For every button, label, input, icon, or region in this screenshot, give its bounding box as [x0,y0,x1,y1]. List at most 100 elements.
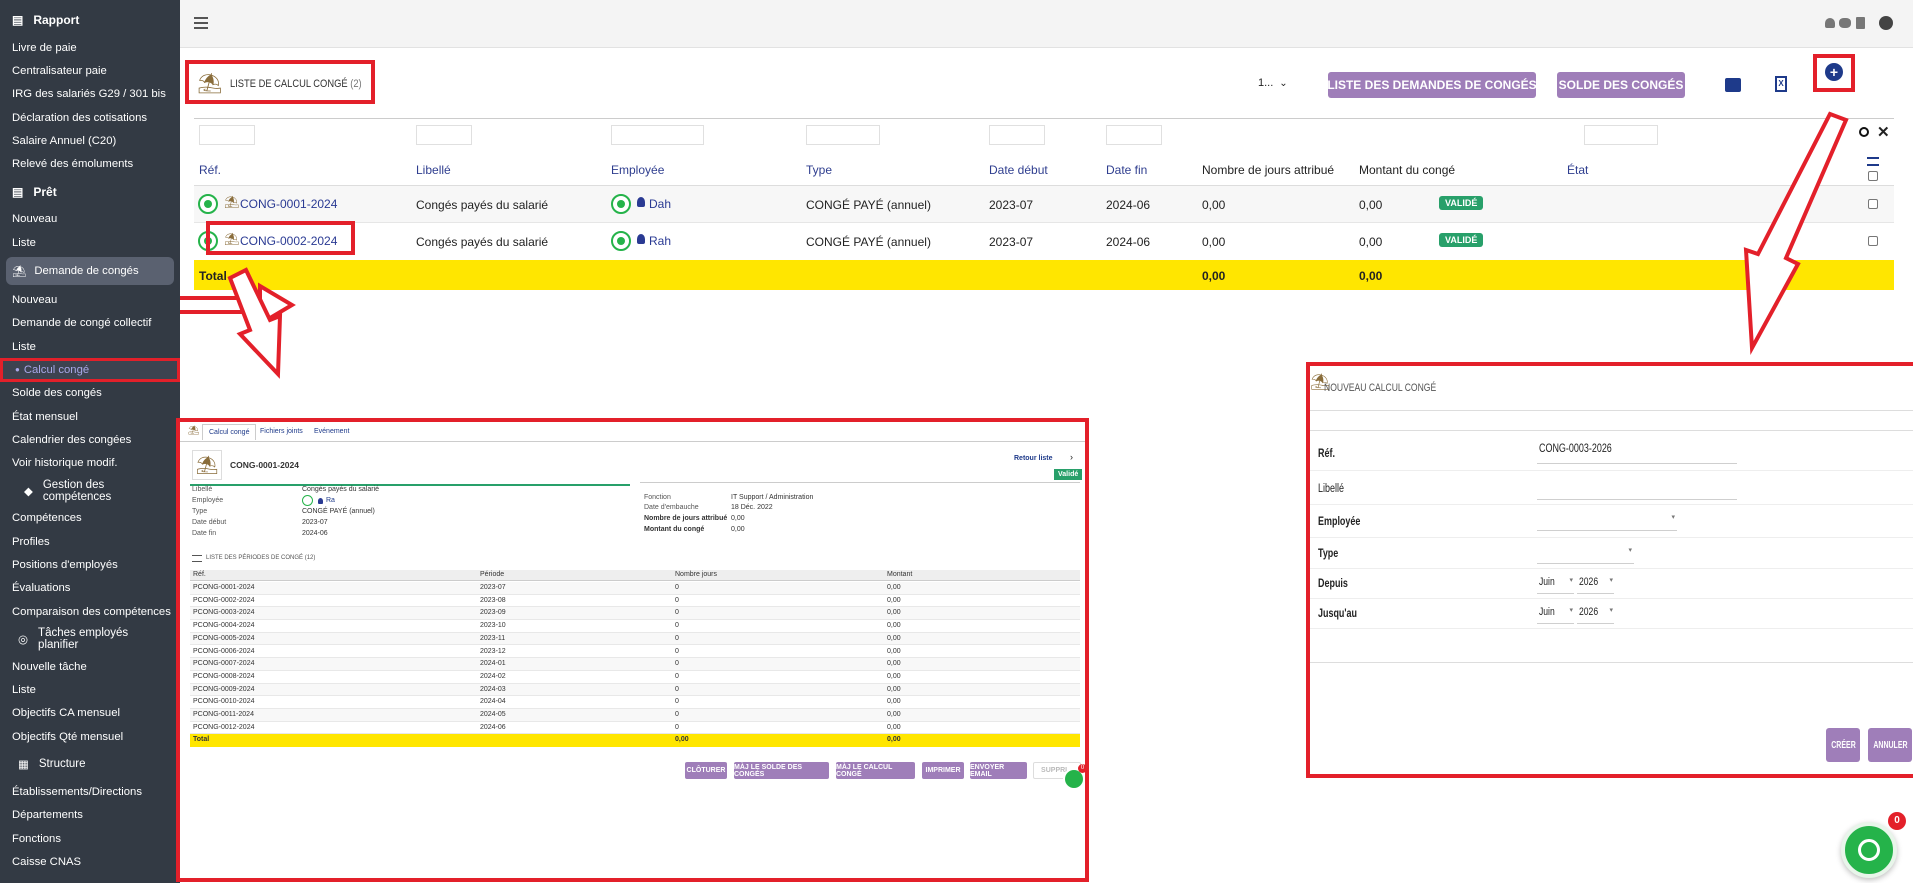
jusquau-month-select[interactable]: Juin ▾ [1537,602,1574,624]
employe-select[interactable]: ▾ [1537,509,1677,531]
filter-employe[interactable] [611,125,704,145]
row-ref-link[interactable]: CONG-0001-2024 [240,197,337,211]
period-row[interactable]: PCONG-0001-2024 2023-07 0 0,00 [190,582,1080,595]
tab-fichiers-joints[interactable]: Fichiers joints [260,428,303,435]
col-periode[interactable]: Période [480,571,504,578]
sidebar-item-evaluations[interactable]: Évaluations [0,577,180,600]
select-all-checkbox[interactable] [1868,171,1878,181]
sidebar-item-taches-liste[interactable]: Liste [0,679,180,702]
period-row[interactable]: PCONG-0010-2024 2024-04 0 0,00 [190,696,1080,709]
sidebar-item-centralisateur[interactable]: Centralisateur paie [0,59,180,82]
creer-button[interactable]: CRÉER [1826,728,1860,762]
col-montant[interactable]: Montant du congé [1359,163,1455,177]
sidebar-item-solde-conges[interactable]: Solde des congés [0,382,180,405]
sidebar-section-taches[interactable]: ◎ Tâches employés planifier [0,627,180,651]
hamburger-menu-icon[interactable] [194,17,208,29]
solde-conges-button[interactable]: SOLDE DES CONGÉS [1557,72,1685,98]
envoyer-email-button[interactable]: ENVOYER EMAIL [970,762,1027,779]
col-jours[interactable]: Nombre de jours attribué [1202,163,1334,177]
table-row[interactable]: ⛱ CONG-0002-2024 Congés payés du salarié… [194,221,1894,259]
period-row[interactable]: PCONG-0006-2024 2023-12 0 0,00 [190,645,1080,659]
tab-calcul-conge[interactable]: Calcul congé [202,424,257,440]
user-avatar-icon[interactable] [1879,16,1893,30]
period-row[interactable]: PCONG-0002-2024 2023-08 0 0,00 [190,594,1080,608]
add-circle-icon[interactable]: + [1825,63,1843,81]
page-size-select[interactable]: 1... ⌄ [1258,73,1302,93]
imprimer-button[interactable]: IMPRIMER [922,762,964,779]
sidebar-item-nouvelle-tache[interactable]: Nouvelle tâche [0,655,180,678]
sidebar-item-historique[interactable]: Voir historique modif. [0,451,180,474]
table-row[interactable]: ⛱ CONG-0001-2024 Congés payés du salarié… [194,186,1894,222]
period-row[interactable]: PCONG-0008-2024 2024-02 0 0,00 [190,670,1080,684]
row-employe-link[interactable]: Dah [649,197,671,211]
print-icon[interactable] [1725,78,1741,92]
sidebar-item-releve[interactable]: Relevé des émoluments [0,152,180,175]
row-checkbox[interactable] [1868,236,1878,246]
sidebar-item-livre-paie[interactable]: Livre de paie [0,36,180,59]
period-row[interactable]: PCONG-0003-2024 2023-09 0 0,00 [190,607,1080,621]
sidebar-item-declaration[interactable]: Déclaration des cotisations [0,106,180,129]
filter-etat[interactable] [1584,125,1658,145]
sidebar-item-pret-nouveau[interactable]: Nouveau [0,208,180,231]
notification-icon[interactable] [1825,18,1835,28]
sidebar-item-conge-liste[interactable]: Liste [0,335,180,358]
list-icon[interactable] [1867,157,1879,166]
sidebar-item-competences[interactable]: Compétences [0,507,180,530]
type-select[interactable]: ▾ [1537,542,1634,564]
col-fin[interactable]: Date fin [1106,163,1147,177]
excel-icon[interactable]: X [1775,76,1787,92]
sidebar-item-irg[interactable]: IRG des salariés G29 / 301 bis [0,83,180,106]
filter-ref[interactable] [199,125,255,145]
row-employe-link[interactable]: Rah [649,234,671,248]
sidebar-item-pret-liste[interactable]: Liste [0,231,180,254]
clipboard-icon[interactable] [1856,17,1865,29]
annuler-button[interactable]: ANNULER [1868,728,1912,762]
sidebar-section-competences[interactable]: ◆ Gestion des compétences [0,479,180,503]
filter-debut[interactable] [989,125,1045,145]
filter-fin[interactable] [1106,125,1162,145]
depuis-month-select[interactable]: Juin ▾ [1537,572,1574,594]
row-checkbox[interactable] [1868,199,1878,209]
retour-liste-link[interactable]: Retour liste [1014,455,1053,462]
period-row[interactable]: PCONG-0009-2024 2024-03 0 0,00 [190,683,1080,697]
filter-libelle[interactable] [416,125,472,145]
sidebar-item-fonctions[interactable]: Fonctions [0,827,180,850]
chevron-right-icon[interactable]: › [1070,452,1073,462]
period-row[interactable]: PCONG-0011-2024 2024-05 0 0,00 [190,709,1080,722]
sidebar-item-cnas[interactable]: Caisse CNAS [0,850,180,873]
cloturer-button[interactable]: CLÔTURER [685,762,727,779]
tab-evenement[interactable]: Evénement [314,428,349,435]
sidebar-item-etat-mensuel[interactable]: État mensuel [0,405,180,428]
sidebar-item-calcul-conge[interactable]: ● Calcul congé [0,358,180,382]
sidebar-item-comparaison[interactable]: Comparaison des compétences [0,600,180,623]
sidebar-section-pret[interactable]: ▤ Prêt [0,180,180,204]
whatsapp-float-button[interactable] [1841,822,1897,878]
chat-icon[interactable] [1839,18,1851,28]
sidebar-section-structure[interactable]: ▦ Structure [0,752,180,776]
sidebar-section-conges[interactable]: ⛱ Demande de congés [6,257,174,286]
col-type[interactable]: Type [806,163,832,177]
ref-field[interactable]: CONG-0003-2026 [1537,438,1737,464]
jusquau-year-select[interactable]: 2026 ▾ [1577,602,1614,624]
col-nombre-jours[interactable]: Nombre jours [675,571,717,578]
close-icon[interactable]: ✕ [1877,123,1890,141]
period-row[interactable]: PCONG-0004-2024 2023-10 0 0,00 [190,620,1080,633]
liste-demandes-button[interactable]: LISTE DES DEMANDES DE CONGÉS [1327,72,1537,98]
depuis-year-select[interactable]: 2026 ▾ [1577,572,1614,594]
search-icon[interactable] [1859,127,1869,137]
filter-type[interactable] [806,125,880,145]
value-employe[interactable]: Ra [326,497,335,504]
col-etat[interactable]: État [1567,163,1588,177]
period-row[interactable]: PCONG-0007-2024 2024-01 0 0,00 [190,658,1080,671]
sidebar-item-conge-nouveau[interactable]: Nouveau [0,288,180,311]
sidebar-item-objectifs-ca[interactable]: Objectifs CA mensuel [0,702,180,725]
period-row[interactable]: PCONG-0005-2024 2023-11 0 0,00 [190,632,1080,646]
whatsapp-icon[interactable] [302,495,313,506]
sidebar-item-conge-collectif[interactable]: Demande de congé collectif [0,312,180,335]
whatsapp-icon[interactable] [611,194,631,214]
col-ref[interactable]: Réf. [193,571,206,578]
sidebar-item-profiles[interactable]: Profiles [0,530,180,553]
period-row[interactable]: PCONG-0012-2024 2024-06 0 0,00 [190,721,1080,735]
maj-solde-button[interactable]: MÀJ LE SOLDE DES CONGÉS [734,762,829,779]
sidebar-item-calendrier[interactable]: Calendrier des congées [0,428,180,451]
